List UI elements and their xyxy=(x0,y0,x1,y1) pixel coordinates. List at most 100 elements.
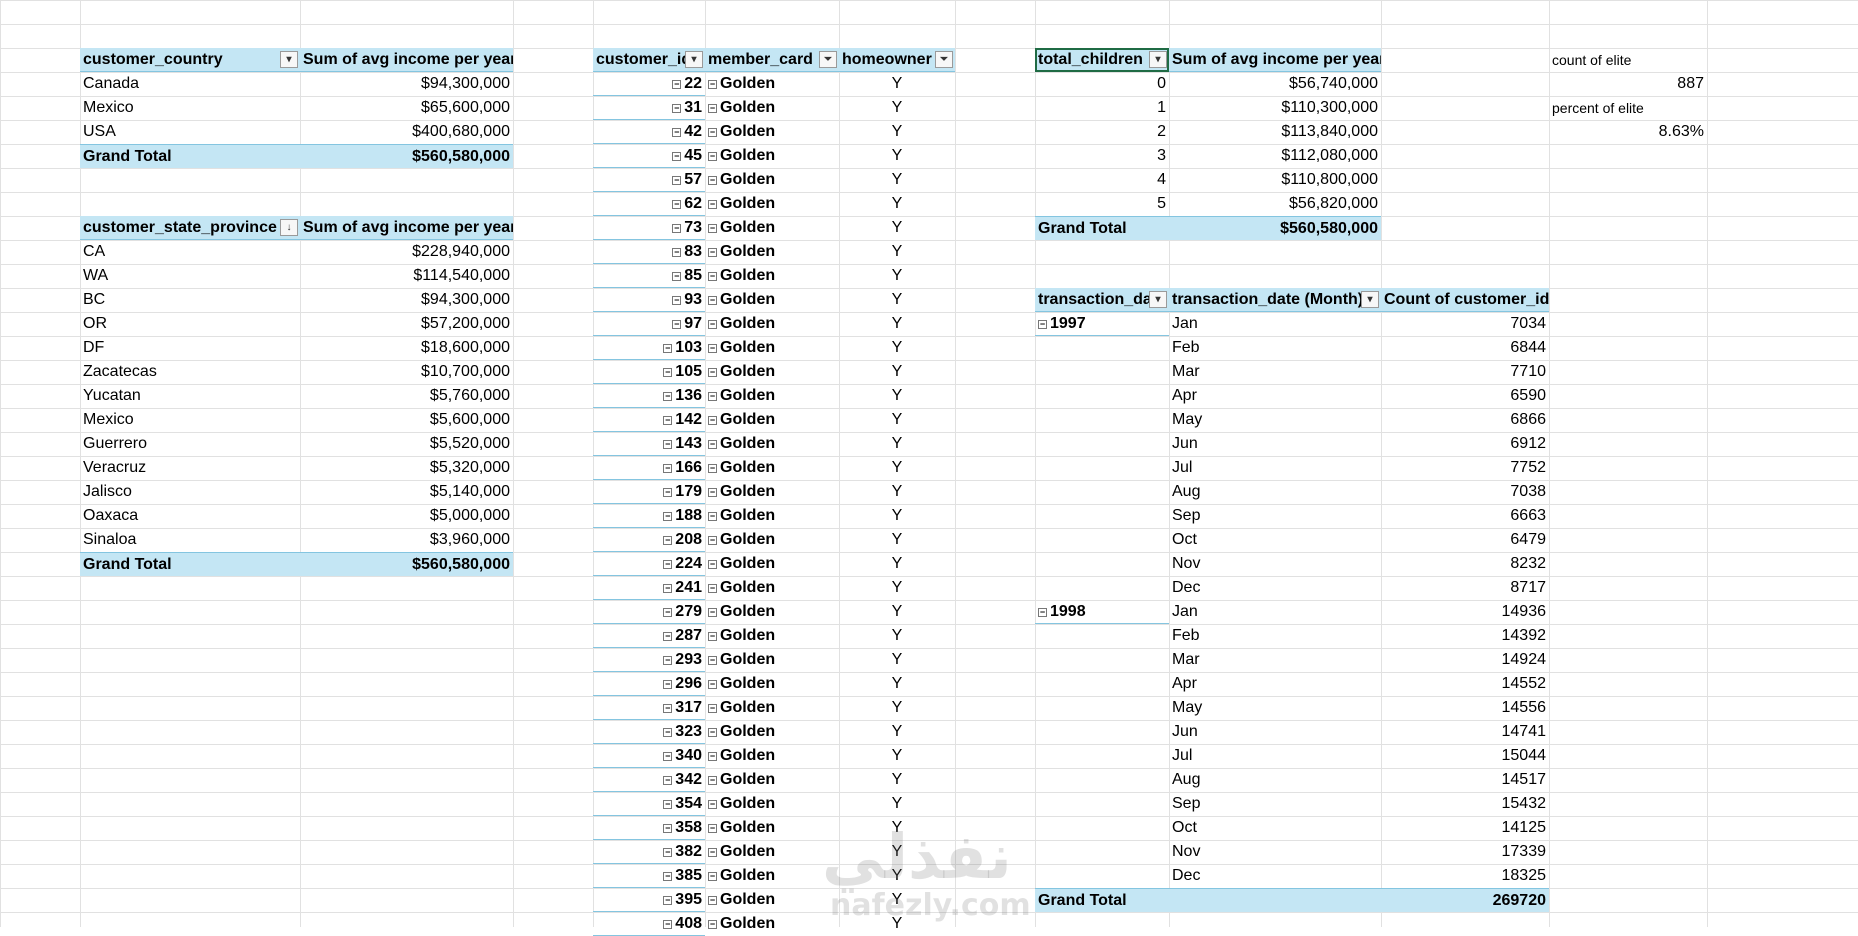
homeowner-cell[interactable]: Y xyxy=(839,120,955,144)
month-count-value[interactable]: 18325 xyxy=(1381,864,1549,888)
customer-id-cell[interactable]: −22 xyxy=(593,72,705,96)
pivot-country-row-value[interactable]: $400,680,000 xyxy=(300,120,513,144)
member-card-cell[interactable]: − Golden xyxy=(705,456,839,480)
pivot-children-row-value[interactable]: $56,740,000 xyxy=(1169,72,1381,96)
member-card-cell[interactable]: − Golden xyxy=(705,312,839,336)
customer-id-cell[interactable]: −241 xyxy=(593,576,705,600)
homeowner-cell[interactable]: Y xyxy=(839,888,955,912)
pivot-state-row-label[interactable]: Veracruz xyxy=(80,456,300,480)
collapse-minus-icon[interactable]: − xyxy=(663,392,673,401)
member-card-cell[interactable]: − Golden xyxy=(705,912,839,936)
collapse-minus-icon[interactable]: − xyxy=(708,656,717,665)
pivot-state-row-label[interactable]: CA xyxy=(80,240,300,264)
pivot-state-row-label[interactable]: WA xyxy=(80,264,300,288)
customer-id-cell[interactable]: −103 xyxy=(593,336,705,360)
collapse-minus-icon[interactable]: − xyxy=(708,512,717,521)
customer-id-cell[interactable]: −166 xyxy=(593,456,705,480)
collapse-minus-icon[interactable]: − xyxy=(663,632,673,641)
month-count-value[interactable]: 6663 xyxy=(1381,504,1549,528)
customer-id-cell[interactable]: −97 xyxy=(593,312,705,336)
dropdown-arrow-icon[interactable]: ▾ xyxy=(1361,291,1379,308)
member-card-cell[interactable]: − Golden xyxy=(705,840,839,864)
customer-id-cell[interactable]: −317 xyxy=(593,696,705,720)
dropdown-arrow-icon[interactable]: ▾ xyxy=(1149,291,1167,308)
customer-id-cell[interactable]: −358 xyxy=(593,816,705,840)
pivot-children-row-value[interactable]: $56,820,000 xyxy=(1169,192,1381,216)
month-count-value[interactable]: 15044 xyxy=(1381,744,1549,768)
collapse-minus-icon[interactable]: − xyxy=(663,464,673,473)
collapse-minus-icon[interactable]: − xyxy=(663,368,673,377)
collapse-minus-icon[interactable]: − xyxy=(672,296,682,305)
pivot-state-row-value[interactable]: $228,940,000 xyxy=(300,240,513,264)
member-card-cell[interactable]: − Golden xyxy=(705,384,839,408)
pivot-children-header-value[interactable]: Sum of avg income per year xyxy=(1169,48,1381,72)
homeowner-cell[interactable]: Y xyxy=(839,216,955,240)
homeowner-cell[interactable]: Y xyxy=(839,816,955,840)
homeowner-cell[interactable]: Y xyxy=(839,168,955,192)
member-card-cell[interactable]: − Golden xyxy=(705,168,839,192)
collapse-minus-icon[interactable]: − xyxy=(708,176,717,185)
collapse-minus-icon[interactable]: − xyxy=(708,392,717,401)
member-card-cell[interactable]: − Golden xyxy=(705,720,839,744)
collapse-minus-icon[interactable]: − xyxy=(663,560,673,569)
month-label[interactable]: May xyxy=(1169,696,1381,720)
collapse-minus-icon[interactable]: − xyxy=(708,224,717,233)
month-label[interactable]: Feb xyxy=(1169,624,1381,648)
member-card-cell[interactable]: − Golden xyxy=(705,600,839,624)
member-card-cell[interactable]: − Golden xyxy=(705,336,839,360)
member-card-cell[interactable]: − Golden xyxy=(705,432,839,456)
pivot-state-row-label[interactable]: Sinaloa xyxy=(80,528,300,552)
month-label[interactable]: Nov xyxy=(1169,552,1381,576)
dropdown-arrow-icon[interactable]: ▾ xyxy=(280,51,298,68)
member-card-cell[interactable]: − Golden xyxy=(705,408,839,432)
homeowner-cell[interactable]: Y xyxy=(839,792,955,816)
homeowner-cell[interactable]: Y xyxy=(839,360,955,384)
customer-id-cell[interactable]: −143 xyxy=(593,432,705,456)
collapse-minus-icon[interactable]: − xyxy=(672,80,682,89)
homeowner-cell[interactable]: Y xyxy=(839,96,955,120)
member-card-cell[interactable]: − Golden xyxy=(705,96,839,120)
customer-id-cell[interactable]: −179 xyxy=(593,480,705,504)
collapse-minus-icon[interactable]: − xyxy=(708,776,717,785)
customer-id-cell[interactable]: −224 xyxy=(593,552,705,576)
pivot-state-row-value[interactable]: $18,600,000 xyxy=(300,336,513,360)
month-count-value[interactable]: 7034 xyxy=(1381,312,1549,336)
collapse-minus-icon[interactable]: − xyxy=(708,608,717,617)
pivot-state-row-label[interactable]: Jalisco xyxy=(80,480,300,504)
pivot-state-row-value[interactable]: $5,140,000 xyxy=(300,480,513,504)
year-group-label[interactable]: −1997 xyxy=(1035,312,1169,336)
grand-total-value[interactable]: $560,580,000 xyxy=(1169,216,1381,240)
pivot-country-row-label[interactable]: Canada xyxy=(80,72,300,96)
pivot-children-header-label[interactable]: total_children ▾ xyxy=(1035,48,1169,72)
pivot-state-row-value[interactable]: $5,600,000 xyxy=(300,408,513,432)
customer-id-cell[interactable]: −57 xyxy=(593,168,705,192)
homeowner-cell[interactable]: Y xyxy=(839,600,955,624)
member-card-cell[interactable]: − Golden xyxy=(705,864,839,888)
homeowner-cell[interactable]: Y xyxy=(839,744,955,768)
pivot-customers-header-card[interactable]: member_card ⏷ xyxy=(705,48,839,72)
collapse-minus-icon[interactable]: − xyxy=(708,464,717,473)
collapse-minus-icon[interactable]: − xyxy=(708,368,717,377)
customer-id-cell[interactable]: −85 xyxy=(593,264,705,288)
collapse-minus-icon[interactable]: − xyxy=(663,512,673,521)
member-card-cell[interactable]: − Golden xyxy=(705,288,839,312)
pivot-children-row-value[interactable]: $110,300,000 xyxy=(1169,96,1381,120)
member-card-cell[interactable]: − Golden xyxy=(705,120,839,144)
customer-id-cell[interactable]: −73 xyxy=(593,216,705,240)
collapse-minus-icon[interactable]: − xyxy=(672,320,682,329)
month-count-value[interactable]: 14552 xyxy=(1381,672,1549,696)
member-card-cell[interactable]: − Golden xyxy=(705,240,839,264)
month-label[interactable]: Aug xyxy=(1169,768,1381,792)
homeowner-cell[interactable]: Y xyxy=(839,864,955,888)
month-count-value[interactable]: 14125 xyxy=(1381,816,1549,840)
collapse-minus-icon[interactable]: − xyxy=(1038,608,1047,617)
month-label[interactable]: Mar xyxy=(1169,360,1381,384)
homeowner-cell[interactable]: Y xyxy=(839,768,955,792)
member-card-cell[interactable]: − Golden xyxy=(705,504,839,528)
collapse-minus-icon[interactable]: − xyxy=(663,656,673,665)
month-count-value[interactable]: 7752 xyxy=(1381,456,1549,480)
collapse-minus-icon[interactable]: − xyxy=(663,848,673,857)
elite-count-value[interactable]: 887 xyxy=(1549,72,1707,96)
homeowner-cell[interactable]: Y xyxy=(839,912,955,936)
pivot-children-row-label[interactable]: 1 xyxy=(1035,96,1169,120)
